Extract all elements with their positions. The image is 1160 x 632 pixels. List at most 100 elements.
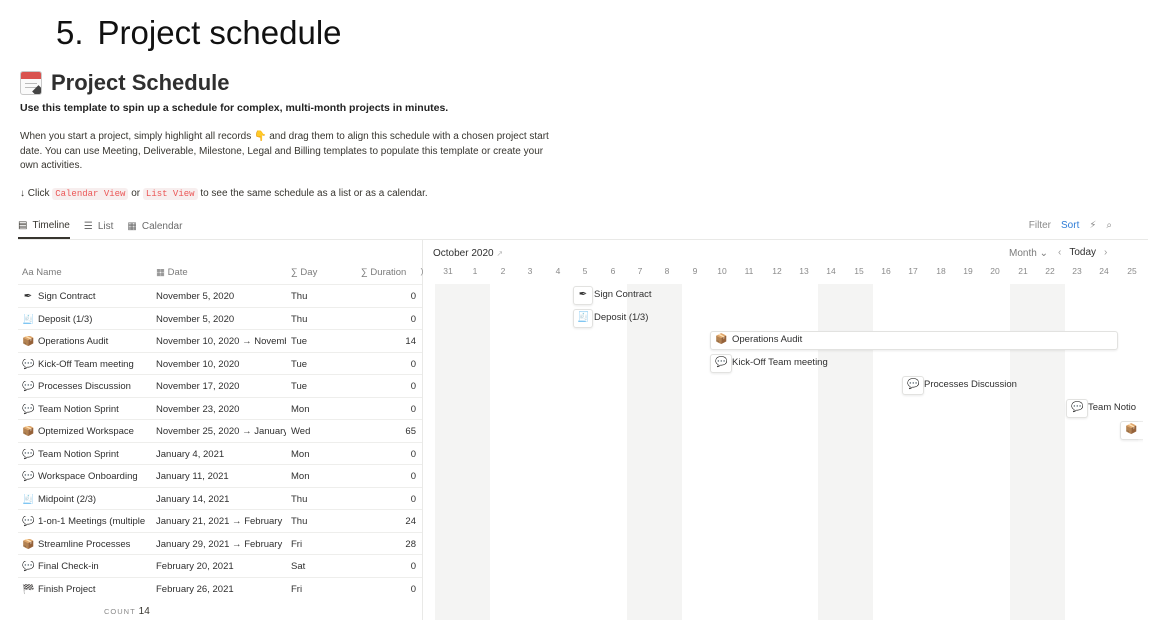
day-number: 17 (908, 266, 918, 276)
day-number: 20 (990, 266, 1000, 276)
lightning-icon[interactable]: ⚡︎ (1089, 220, 1096, 231)
row-duration: 0 (410, 471, 416, 482)
timeline-bar-label: 🧾 Deposit (1/3) (577, 312, 649, 323)
timeline-edge-fade (1138, 240, 1160, 620)
row-date: January 11, 2021 (156, 471, 229, 482)
calendar-icon: ▦ (156, 267, 165, 278)
day-number: 19 (963, 266, 973, 276)
row-name: Processes Discussion (38, 381, 131, 392)
speech-bubble-icon: 💬 (22, 403, 35, 415)
row-name: Team Notion Sprint (38, 448, 119, 460)
timeline-scale-select[interactable]: Month ⌄ (1009, 248, 1048, 259)
table-row[interactable]: 💬 1-on-1 Meetings (multiple January 21, 20… (18, 509, 422, 532)
row-day: Tue (291, 381, 308, 392)
row-duration: 0 (410, 358, 416, 370)
row-day: Mon (291, 471, 310, 482)
column-name-header[interactable]: Aa Name (22, 267, 62, 278)
text-property-icon: Aa (22, 267, 34, 278)
row-name: Workspace Onboarding (38, 471, 138, 482)
row-date: November 10, 2020 → November (156, 336, 286, 347)
hint-or: or (131, 188, 141, 199)
count-label: COUNT (104, 607, 136, 616)
row-duration: 65 (405, 426, 416, 437)
hint-suffix: to see the same schedule as a list or as… (200, 188, 428, 199)
table-row[interactable]: 💬 Processes Discussion November 17, 2020 Tu… (18, 374, 422, 397)
row-duration: 0 (410, 493, 416, 505)
row-day: Mon (291, 403, 310, 415)
row-name: Deposit (1/3) (38, 313, 93, 325)
table-row[interactable]: 💬 Team Notion Sprint November 23, 2020 Mon 0 (18, 396, 422, 420)
speech-bubble-icon: 💬 (22, 381, 35, 392)
row-date: November 25, 2020 → January (156, 426, 286, 437)
list-icon: ☰ (83, 221, 93, 232)
table-row[interactable]: 💬 Team Notion Sprint January 4, 2021 Mon 0 (18, 441, 422, 465)
column-date-header[interactable]: ▦ Date (156, 267, 188, 278)
table-row[interactable]: 🧾 Deposit (1/3) November 5, 2020 Thu 0 (18, 306, 422, 330)
list-view-link[interactable]: List View (142, 188, 198, 200)
row-name: Final Check-in (38, 561, 99, 572)
view-hint: ↓ Click Calendar View or List View to se… (20, 188, 428, 200)
table-row[interactable]: 💬 Kick-Off Team meeting November 10, 2020 T… (18, 351, 422, 375)
day-number: 11 (744, 266, 754, 276)
sort-button[interactable]: Sort (1061, 220, 1079, 231)
table-header: Aa Name ▦ Date ∑ Day ∑ Duration (18, 265, 422, 283)
timeline-grid[interactable]: ✒ Sign Contract 🧾 Deposit (1/3) 📦 Operation… (423, 284, 1143, 620)
timeline-nav: ‹ Today › (1058, 247, 1107, 258)
page-title: Project Schedule (20, 70, 230, 96)
timeline-icon: ▤ (18, 220, 28, 231)
day-number: ) (420, 266, 424, 276)
chevron-right-icon[interactable]: › (1104, 247, 1107, 258)
timeline-bar-label: ✒ Sign Contract (578, 289, 652, 300)
day-number: 12 (772, 266, 782, 276)
table-row[interactable]: 🧾 Midpoint (2/3) January 14, 2021 Thu 0 (18, 486, 422, 510)
row-date: January 29, 2021 → February (156, 538, 283, 550)
table-row[interactable]: 💬 Final Check-in February 20, 2021 Sat 0 (18, 554, 422, 577)
filter-button[interactable]: Filter (1029, 220, 1051, 231)
tab-calendar[interactable]: ▦ Calendar (127, 218, 182, 239)
row-name: Sign Contract (38, 291, 96, 302)
calendar-view-link[interactable]: Calendar View (52, 188, 129, 200)
page-subtitle: Use this template to spin up a schedule … (20, 102, 449, 114)
column-day-header[interactable]: ∑ Day (291, 267, 317, 278)
table-row[interactable]: ✒ Sign Contract November 5, 2020 Thu 0 (18, 284, 422, 307)
day-number: 14 (826, 266, 836, 276)
row-date: November 5, 2020 (156, 313, 235, 325)
day-number: 1 (472, 266, 478, 276)
day-number: 10 (717, 266, 727, 276)
timeline-month: October 2020 ↗ (433, 248, 504, 259)
search-icon[interactable]: ⌕ (1106, 220, 1112, 231)
receipt-icon: 🧾 (577, 312, 590, 323)
today-button[interactable]: Today (1069, 247, 1096, 258)
day-number: 13 (799, 266, 809, 276)
row-date: January 14, 2021 (156, 493, 230, 505)
row-name: Midpoint (2/3) (38, 493, 97, 505)
day-number: 15 (854, 266, 864, 276)
row-date: November 23, 2020 (156, 403, 240, 415)
open-link-icon: ↗ (496, 249, 504, 258)
table-row[interactable]: 📦 Streamline Processes January 29, 2021 → … (18, 531, 422, 555)
tab-list-label: List (97, 221, 114, 232)
speech-bubble-icon: 💬 (22, 471, 35, 482)
row-name: Finish Project (38, 583, 96, 595)
row-date: January 21, 2021 → February (156, 516, 283, 527)
slide-title-text: Project schedule (97, 14, 342, 51)
tab-timeline[interactable]: ▤ Timeline (18, 218, 70, 239)
speech-bubble-icon: 💬 (1071, 402, 1084, 413)
table-row[interactable]: 📦 Operations Audit November 10, 2020 → Nov… (18, 329, 422, 352)
chevron-left-icon[interactable]: ‹ (1058, 247, 1061, 258)
row-duration: 0 (410, 291, 416, 302)
row-duration: 28 (405, 538, 416, 550)
row-day: Fri (291, 583, 303, 595)
column-duration-header[interactable]: ∑ Duration (361, 267, 406, 278)
hint-prefix: ↓ Click (20, 188, 50, 199)
day-number: 8 (664, 266, 670, 276)
tab-list[interactable]: ☰ List (84, 218, 114, 239)
row-day: Sat (291, 561, 306, 572)
row-day: Mon (291, 448, 310, 460)
speech-bubble-icon: 💬 (715, 357, 728, 368)
table-row[interactable]: 💬 Workspace Onboarding January 11, 2021 Mon… (18, 464, 422, 487)
table-row[interactable]: 📦 Optemized Workspace November 25, 2020 → … (18, 419, 422, 442)
table-row[interactable]: 🏁 Finish Project February 26, 2021 Fri 0 (18, 576, 422, 600)
row-day: Thu (291, 291, 308, 302)
row-day: Thu (291, 493, 308, 505)
